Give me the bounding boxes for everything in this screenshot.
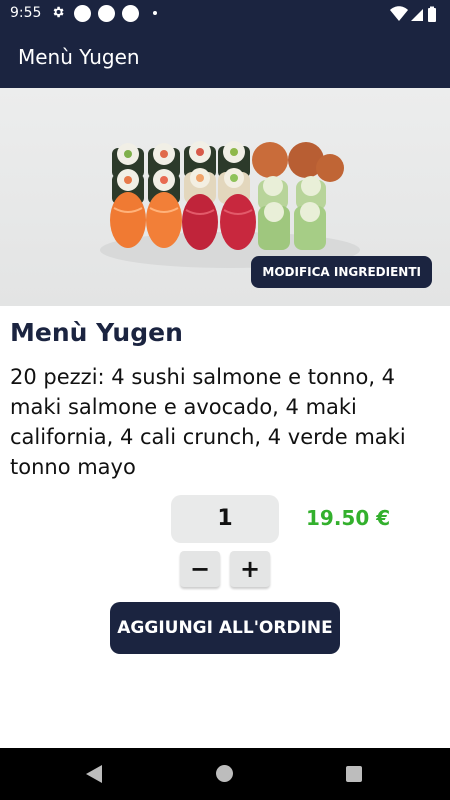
- signal-icon: [411, 9, 423, 21]
- status-time: 9:55: [10, 5, 42, 21]
- edit-ingredients-button[interactable]: MODIFICA INGREDIENTI: [251, 256, 432, 288]
- add-to-order-button[interactable]: AGGIUNGI ALL'ORDINE: [110, 602, 340, 654]
- system-status-icons: [390, 6, 436, 22]
- gear-icon: [53, 6, 64, 18]
- app-bar: Menù Yugen: [0, 28, 450, 88]
- notification-dot-icon: [122, 5, 139, 22]
- home-icon[interactable]: [216, 765, 233, 782]
- more-notifications-icon: [153, 11, 157, 15]
- increment-button[interactable]: +: [230, 551, 270, 587]
- notification-dot-icon: [98, 5, 115, 22]
- back-icon[interactable]: [86, 765, 102, 783]
- wifi-icon: [390, 6, 408, 21]
- product-title: Menù Yugen: [10, 318, 183, 347]
- recents-icon[interactable]: [346, 766, 362, 782]
- notification-dot-icon: [74, 5, 91, 22]
- price-label: 19.50 €: [306, 506, 391, 530]
- status-bar: 9:55: [0, 0, 450, 28]
- product-description: 20 pezzi: 4 sushi salmone e tonno, 4 mak…: [10, 365, 406, 479]
- app-title: Menù Yugen: [18, 45, 140, 69]
- battery-icon: [428, 8, 436, 22]
- quantity-field[interactable]: 1: [171, 495, 279, 543]
- system-nav-bar: [0, 748, 450, 800]
- decrement-button[interactable]: −: [180, 551, 220, 587]
